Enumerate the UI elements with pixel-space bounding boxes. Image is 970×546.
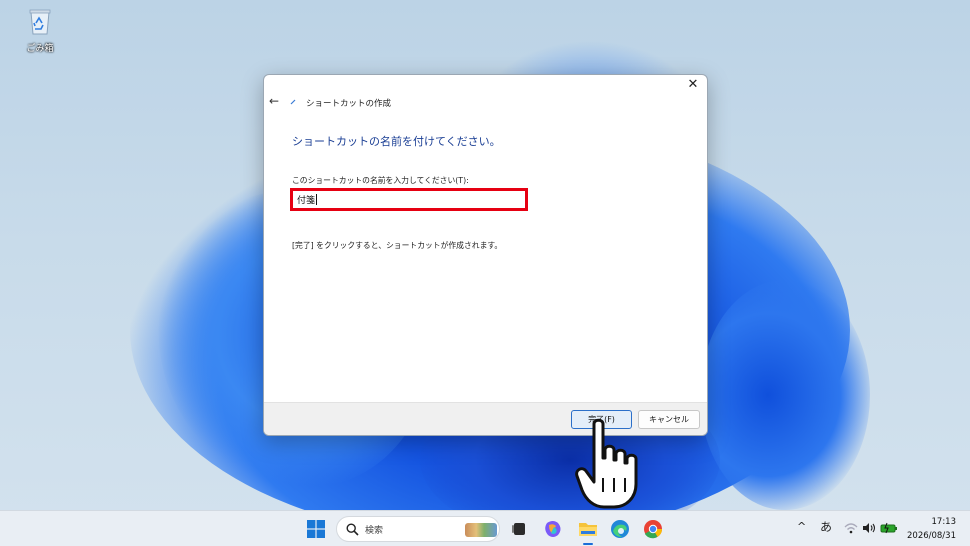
recycle-bin-icon <box>29 9 51 35</box>
desktop-icon-recycle-bin[interactable]: ごみ箱 <box>22 6 58 54</box>
close-icon[interactable]: ✕ <box>685 77 701 93</box>
taskbar: 検索 ^ あ 17:13 2026/08/31 <box>0 510 970 546</box>
shortcut-wizard-icon <box>290 99 296 105</box>
wifi-icon[interactable] <box>844 522 858 534</box>
dialog-title: ショートカットの作成 <box>306 99 392 109</box>
taskbar-search-box[interactable]: 検索 <box>336 516 500 542</box>
search-placeholder: 検索 <box>365 526 384 536</box>
text-caret <box>316 194 317 205</box>
tray-overflow-chevron[interactable]: ^ <box>797 520 806 533</box>
clock-time: 17:13 <box>931 517 957 527</box>
file-explorer-icon[interactable] <box>576 517 600 541</box>
search-highlight-image <box>465 523 497 537</box>
finish-info-text: [完了] をクリックすると、ショートカットが作成されます。 <box>292 241 503 250</box>
create-shortcut-dialog: ✕ ← ショートカットの作成 ショートカットの名前を付けてください。 このショー… <box>263 74 708 436</box>
shortcut-name-label: このショートカットの名前を入力してください(T): <box>292 176 469 185</box>
search-icon <box>346 523 359 536</box>
cancel-button[interactable]: キャンセル <box>638 410 700 429</box>
task-view-icon[interactable] <box>507 517 531 541</box>
edge-icon[interactable] <box>608 517 632 541</box>
taskbar-clock[interactable]: 17:13 2026/08/31 <box>907 515 956 543</box>
copilot-icon[interactable] <box>541 517 565 541</box>
chrome-icon[interactable] <box>641 517 665 541</box>
active-app-indicator <box>583 543 593 545</box>
windows-start-icon[interactable] <box>304 517 328 541</box>
volume-icon[interactable] <box>862 522 876 534</box>
clock-date: 2026/08/31 <box>907 531 956 541</box>
hand-pointer-icon <box>575 418 638 509</box>
back-arrow-icon[interactable]: ← <box>269 94 283 108</box>
page-heading: ショートカットの名前を付けてください。 <box>292 135 501 148</box>
battery-icon[interactable] <box>880 522 898 534</box>
recycle-bin-label: ごみ箱 <box>26 44 54 54</box>
shortcut-name-input[interactable] <box>290 188 528 211</box>
ime-mode-indicator[interactable]: あ <box>820 518 832 535</box>
